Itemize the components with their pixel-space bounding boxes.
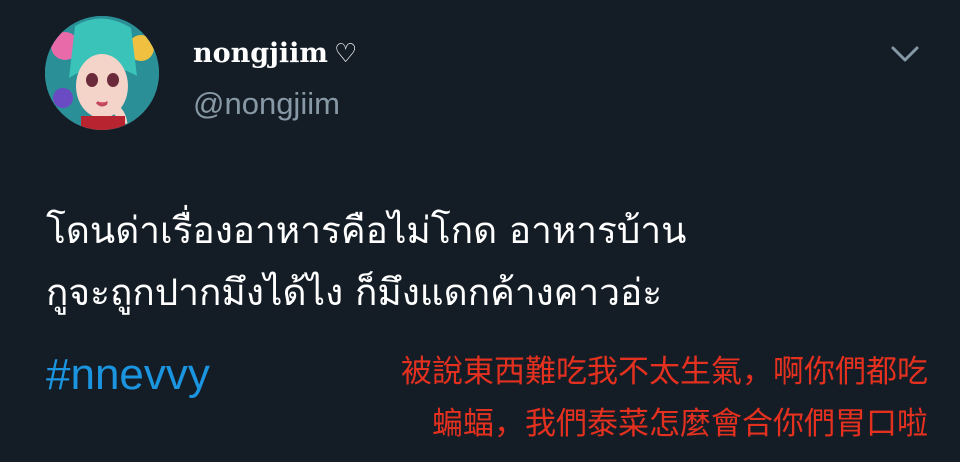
translation-line: 蝙蝠，我們泰菜怎麼會合你們胃口啦 — [432, 406, 928, 442]
tweet-text-line: โดนด่าเรื่องอาหารคือไม่โกด อาหารบ้าน — [46, 209, 687, 252]
translation-line: 被說東西難吃我不太生氣，啊你們都吃 — [401, 354, 928, 390]
avatar[interactable] — [45, 16, 159, 130]
chevron-down-icon[interactable] — [888, 42, 922, 66]
translation-overlay: 被說東西難吃我不太生氣，啊你們都吃 蝙蝠，我們泰菜怎麼會合你們胃口啦 — [401, 346, 928, 450]
anime-girl-avatar-icon — [45, 16, 159, 130]
hashtag-link[interactable]: #nnevvy — [46, 350, 210, 400]
display-name-text: nongjiim — [193, 38, 328, 69]
display-name[interactable]: nongjiim ♡ — [193, 38, 357, 69]
tweet-text: โดนด่าเรื่องอาหารคือไม่โกด อาหารบ้าน กูจ… — [46, 200, 686, 324]
heart-icon: ♡ — [334, 39, 358, 69]
tweet-text-line: กูจะถูกปากมึงได้ไง ก็มึงแดกค้างคาวอ่ะ — [46, 271, 663, 314]
user-handle[interactable]: @nongjiim — [193, 86, 340, 122]
